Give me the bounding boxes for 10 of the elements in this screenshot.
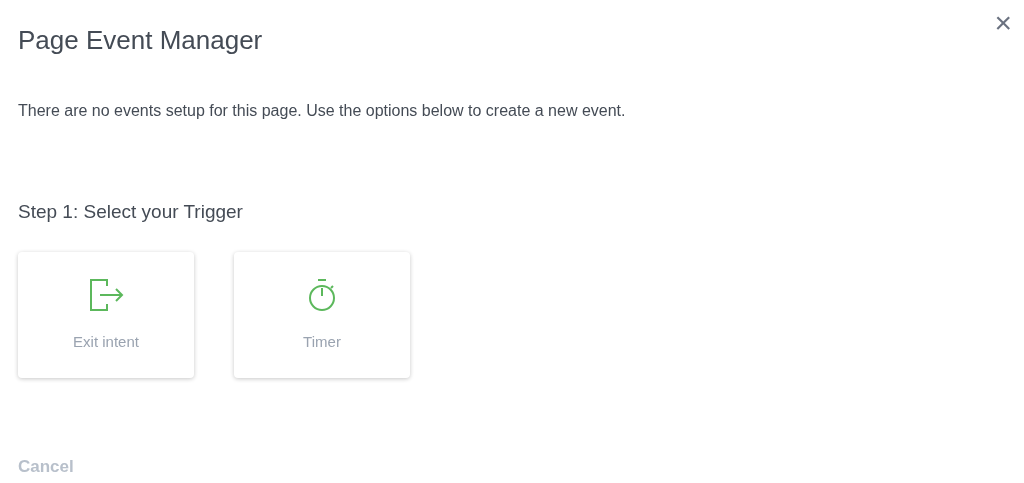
dialog-title: Page Event Manager [18, 24, 263, 56]
trigger-card[interactable]: Timer [234, 252, 410, 378]
close-button[interactable]: × [990, 8, 1016, 38]
cancel-button[interactable]: Cancel [18, 454, 74, 480]
info-message: There are no events setup for this page. Use the options below to create a new event. [18, 101, 626, 121]
trigger-card[interactable]: Exit intent [18, 252, 194, 378]
trigger-label: Exit intent [73, 331, 139, 352]
trigger-label: Timer [303, 331, 341, 352]
step-heading: Step 1: Select your Trigger [18, 200, 243, 224]
exit-icon [88, 276, 124, 313]
